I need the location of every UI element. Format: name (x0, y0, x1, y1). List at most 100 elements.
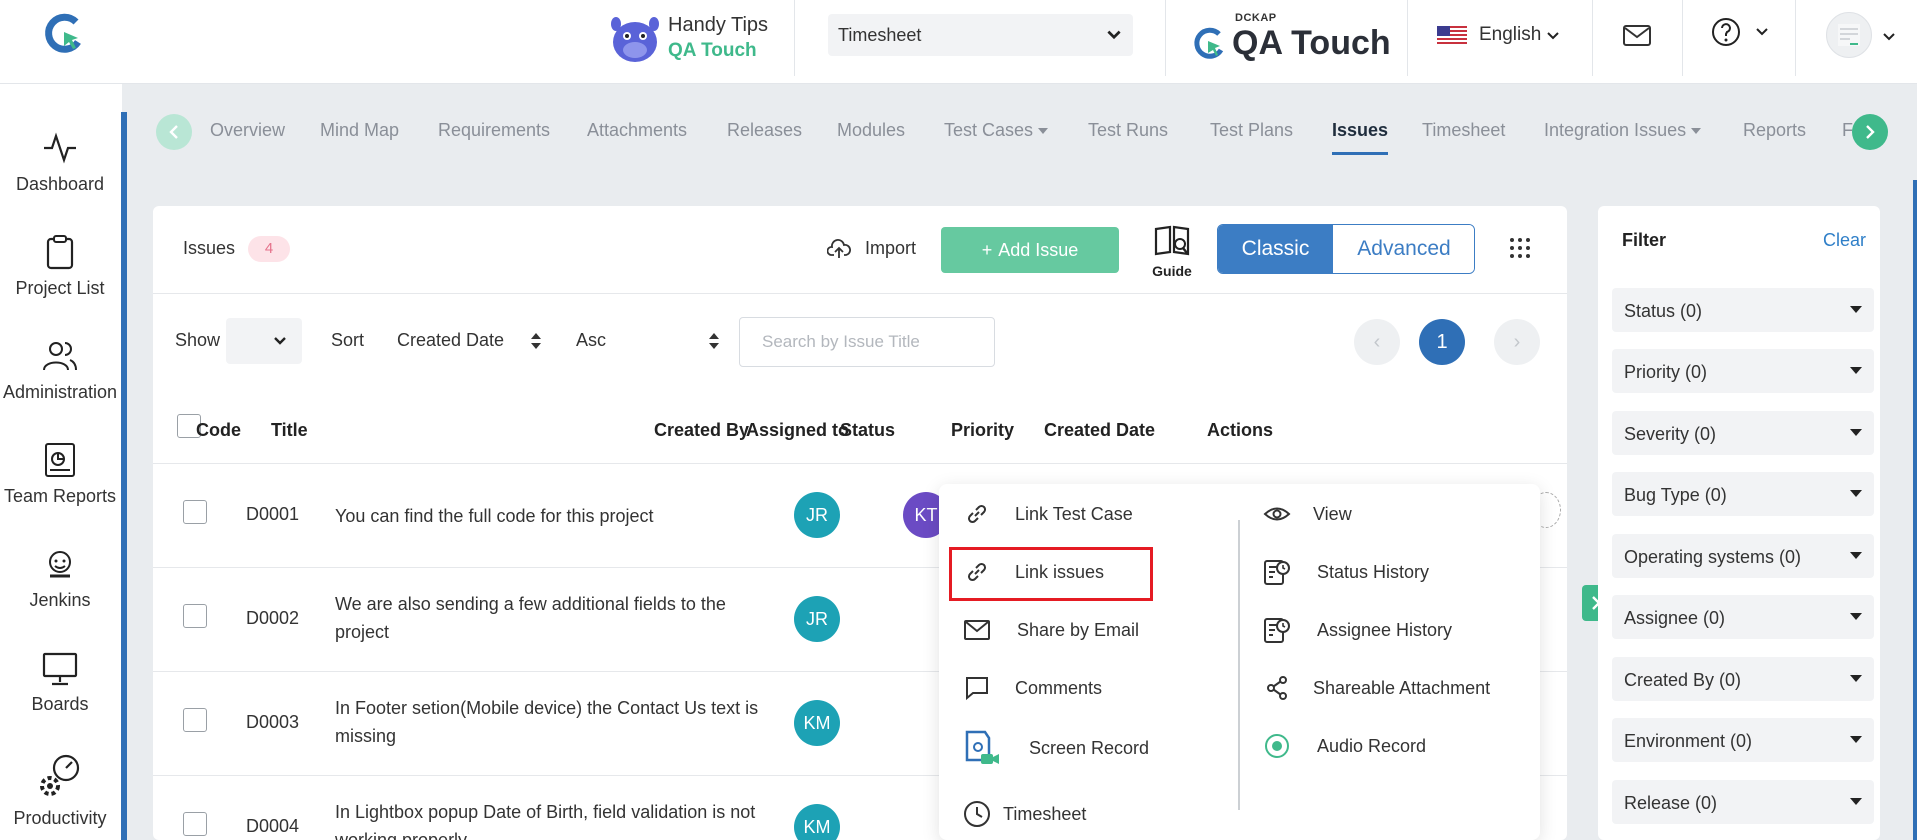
issue-code: D0002 (246, 608, 300, 628)
brand-company: DCKAP (1235, 12, 1277, 24)
issue-title[interactable]: In Lightbox popup Date of Birth, field v… (335, 798, 775, 840)
link-icon (967, 504, 987, 524)
column-status[interactable]: Status (840, 420, 895, 441)
filter-assignee[interactable]: Assignee (0) (1612, 595, 1874, 639)
project-select[interactable]: Timesheet (828, 14, 1133, 56)
current-page-button[interactable]: 1 (1419, 319, 1465, 365)
row-checkbox[interactable] (183, 812, 207, 836)
tab-requirements[interactable]: Requirements (438, 120, 550, 141)
tab-timesheet[interactable]: Timesheet (1422, 120, 1505, 141)
help-icon (1712, 18, 1740, 46)
handy-tips-banner[interactable]: Handy Tips QA Touch (604, 6, 784, 70)
advanced-view-button[interactable]: Advanced (1333, 225, 1474, 273)
menu-item-shareable-attachment[interactable]: Shareable Attachment (1263, 672, 1513, 708)
row-checkbox[interactable] (183, 604, 207, 628)
tab-releases[interactable]: Releases (727, 120, 802, 141)
table-header: Code Title Created By Assigned to Status… (153, 394, 1567, 464)
grid-menu-icon[interactable] (1508, 236, 1532, 260)
brand-name: QA Touch (1232, 24, 1391, 62)
menu-item-share-by-email[interactable]: Share by Email (963, 614, 1223, 650)
column-title[interactable]: Title (271, 420, 308, 441)
tab-reports[interactable]: Reports (1743, 120, 1806, 141)
tab-test-cases[interactable]: Test Cases (944, 120, 1049, 141)
filter-severity[interactable]: Severity (0) (1612, 411, 1874, 455)
column-assigned-to[interactable]: Assigned to (746, 420, 849, 441)
app-logo-icon[interactable] (42, 12, 86, 56)
sort-field-select[interactable]: Created Date (397, 330, 504, 351)
sidebar-item-boards[interactable]: Boards (0, 650, 120, 740)
user-avatar[interactable] (1826, 12, 1895, 58)
filter-status[interactable]: Status (0) (1612, 288, 1874, 332)
page-size-select[interactable] (226, 318, 302, 364)
row-checkbox[interactable] (183, 500, 207, 524)
issue-title[interactable]: In Footer setion(Mobile device) the Cont… (335, 694, 775, 750)
sort-arrows-icon[interactable] (707, 330, 721, 352)
sidebar-item-productivity[interactable]: Productivity (0, 752, 120, 840)
created-by-avatar: JR (794, 492, 840, 538)
tab-test-runs[interactable]: Test Runs (1088, 120, 1168, 141)
issue-title[interactable]: We are also sending a few additional fie… (335, 590, 775, 646)
menu-item-timesheet[interactable]: Timesheet (963, 798, 1223, 834)
column-code[interactable]: Code (196, 420, 241, 441)
handy-tips-title: Handy Tips (668, 14, 769, 36)
sidebar-item-jenkins[interactable]: Jenkins (0, 546, 120, 636)
tab-overview[interactable]: Overview (210, 120, 285, 141)
filter-bug-type[interactable]: Bug Type (0) (1612, 472, 1874, 516)
classic-view-button[interactable]: Classic (1218, 225, 1333, 273)
language-selector[interactable]: English (1437, 22, 1567, 50)
tab-attachments[interactable]: Attachments (587, 120, 687, 141)
sidebar-item-label: Administration (2, 382, 118, 402)
clear-filters-link[interactable]: Clear (1823, 230, 1866, 251)
menu-item-assignee-history[interactable]: Assignee History (1263, 614, 1513, 650)
menu-item-audio-record[interactable]: Audio Record (1263, 730, 1513, 766)
tab-integration-issues[interactable]: Integration Issues (1544, 120, 1702, 141)
add-issue-button[interactable]: + Add Issue (941, 227, 1119, 273)
menu-item-status-history[interactable]: Status History (1263, 556, 1513, 592)
menu-item-link-test-case[interactable]: Link Test Case (963, 498, 1223, 534)
tab-test-plans[interactable]: Test Plans (1210, 120, 1293, 141)
tab-modules[interactable]: Modules (837, 120, 905, 141)
filter-label: Status (0) (1624, 301, 1703, 321)
email-icon (964, 620, 990, 640)
sort-order-select[interactable]: Asc (576, 330, 606, 351)
tab-mind-map[interactable]: Mind Map (320, 120, 399, 141)
issue-code: D0003 (246, 712, 300, 732)
search-input[interactable] (739, 317, 995, 367)
tabs-scroll-right-button[interactable] (1852, 114, 1888, 150)
chevron-down-icon (1883, 33, 1895, 41)
sort-arrows-icon[interactable] (529, 330, 543, 352)
add-issue-label: Add Issue (998, 240, 1079, 260)
column-priority[interactable]: Priority (951, 420, 1014, 441)
column-created-date[interactable]: Created Date (1044, 420, 1155, 441)
filter-created-by[interactable]: Created By (0) (1612, 657, 1874, 701)
next-page-button[interactable]: › (1494, 319, 1540, 365)
filter-environment[interactable]: Environment (0) (1612, 718, 1874, 762)
tab-issues[interactable]: Issues (1332, 120, 1389, 155)
sidebar-item-dashboard[interactable]: Dashboard (0, 130, 120, 220)
filter-release[interactable]: Release (0) (1612, 780, 1874, 824)
previous-page-button[interactable]: ‹ (1354, 319, 1400, 365)
import-button[interactable]: Import (827, 236, 937, 264)
menu-item-comments[interactable]: Comments (963, 672, 1223, 708)
scrollbar[interactable] (1913, 180, 1917, 840)
column-created-by[interactable]: Created By (654, 420, 749, 441)
tab-label: Test Cases (944, 120, 1034, 140)
filter-operating-systems[interactable]: Operating systems (0) (1612, 534, 1874, 578)
sidebar-item-label: Project List (15, 278, 105, 298)
sidebar-item-administration[interactable]: Administration (0, 338, 120, 428)
column-actions: Actions (1207, 420, 1274, 440)
row-checkbox[interactable] (183, 708, 207, 732)
clipboard-icon (46, 235, 74, 270)
mail-icon[interactable] (1622, 20, 1652, 50)
menu-item-view[interactable]: View (1263, 498, 1513, 534)
menu-item-label: Status History (1317, 562, 1430, 582)
chevron-right-icon (1866, 125, 1875, 139)
help-menu[interactable] (1710, 16, 1780, 50)
guide-button[interactable]: Guide (1149, 224, 1195, 280)
tabs-scroll-left-button[interactable] (156, 114, 192, 150)
issue-title[interactable]: You can find the full code for this proj… (335, 502, 775, 530)
sidebar-item-team-reports[interactable]: Team Reports (0, 442, 120, 532)
sidebar-item-project-list[interactable]: Project List (0, 234, 120, 324)
filter-priority[interactable]: Priority (0) (1612, 349, 1874, 393)
menu-item-screen-record[interactable]: Screen Record (963, 730, 1223, 774)
